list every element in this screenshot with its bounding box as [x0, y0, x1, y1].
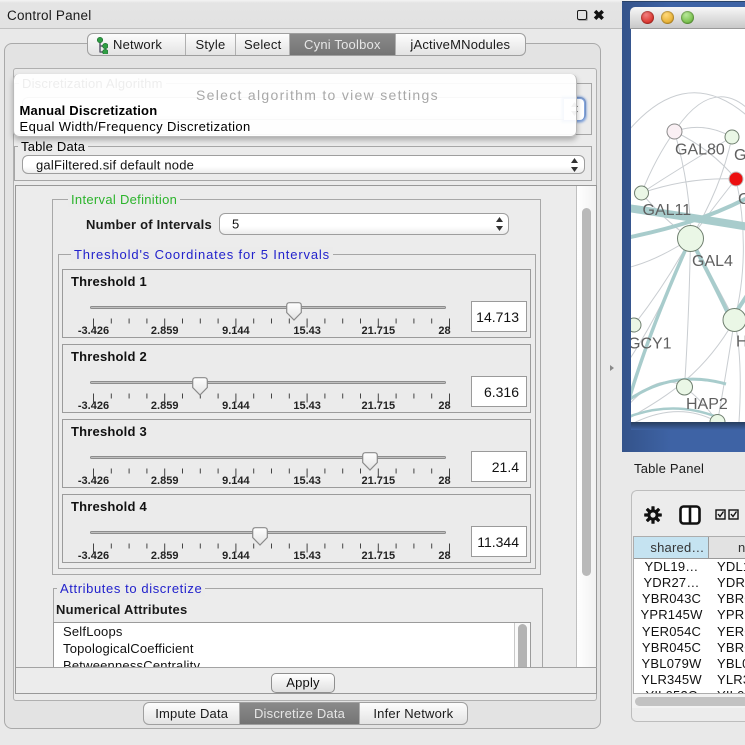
svg-text:GA: GA	[734, 147, 745, 164]
svg-text:HAP2: HAP2	[686, 396, 728, 413]
svg-text:GAL11: GAL11	[643, 202, 692, 219]
svg-text:GAL4: GAL4	[692, 253, 733, 270]
svg-text:GAL80: GAL80	[675, 142, 725, 159]
svg-text:C: C	[738, 191, 745, 208]
svg-text:H: H	[736, 334, 745, 351]
svg-text:GCY1: GCY1	[631, 336, 672, 353]
